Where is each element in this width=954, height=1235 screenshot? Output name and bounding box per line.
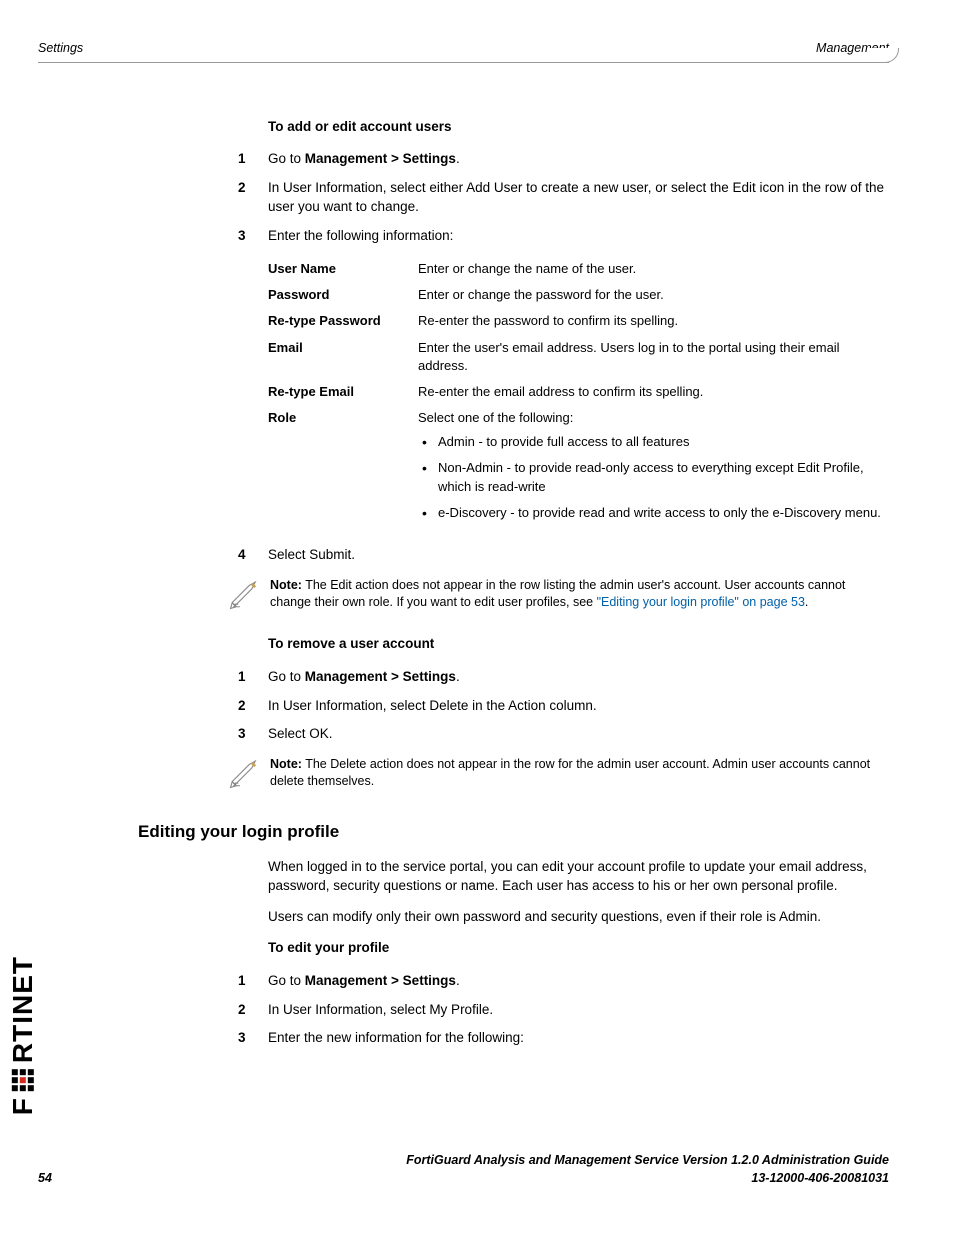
field-row-retype-password: Re-type Password Re-enter the password t…	[268, 308, 889, 334]
step-number: 2	[168, 179, 268, 217]
field-desc: Enter or change the password for the use…	[418, 286, 889, 304]
step-row: 1 Go to Management > Settings.	[168, 972, 889, 991]
field-label: Password	[268, 286, 418, 304]
step-body: Enter the following information:	[268, 227, 889, 246]
note-icon	[228, 577, 268, 617]
step-number: 1	[168, 972, 268, 991]
logo-grid-icon	[11, 1069, 33, 1091]
footer-right: FortiGuard Analysis and Management Servi…	[406, 1152, 889, 1187]
field-row-password: Password Enter or change the password fo…	[268, 282, 889, 308]
step-body: In User Information, select Delete in th…	[268, 697, 889, 716]
step-body: Select Submit.	[268, 546, 889, 565]
step-row: 3 Enter the new information for the foll…	[168, 1029, 889, 1048]
step-number: 4	[168, 546, 268, 565]
field-desc: Enter the user's email address. Users lo…	[418, 339, 889, 375]
step-row: 1 Go to Management > Settings.	[168, 150, 889, 169]
note-text: Note: The Edit action does not appear in…	[270, 577, 889, 611]
step-row: 1 Go to Management > Settings.	[168, 668, 889, 687]
field-label: Re-type Email	[268, 383, 418, 401]
page-number: 54	[38, 1170, 52, 1188]
field-row-username: User Name Enter or change the name of th…	[268, 256, 889, 282]
step-row: 3 Select OK.	[168, 725, 889, 744]
page-header: Settings Management	[38, 40, 889, 63]
list-item: Non-Admin - to provide read-only access …	[418, 459, 889, 495]
procedure-title-edit-profile: To edit your profile	[268, 939, 889, 958]
step-body: Go to Management > Settings.	[268, 150, 889, 169]
paragraph: When logged in to the service portal, yo…	[268, 858, 889, 896]
field-desc: Re-enter the password to confirm its spe…	[418, 312, 889, 330]
header-left: Settings	[38, 40, 83, 58]
step-number: 3	[168, 725, 268, 744]
step-body: In User Information, select either Add U…	[268, 179, 889, 217]
page-footer: 54 FortiGuard Analysis and Management Se…	[38, 1152, 889, 1187]
main-content: To add or edit account users 1 Go to Man…	[168, 118, 889, 1049]
fortinet-logo: F RTINET	[3, 956, 42, 1115]
field-row-role: Role Select one of the following: Admin …	[268, 405, 889, 534]
field-desc: Select one of the following: Admin - to …	[418, 409, 889, 530]
step-number: 3	[168, 1029, 268, 1048]
note-icon	[228, 756, 268, 796]
step-body: Go to Management > Settings.	[268, 668, 889, 687]
field-label: User Name	[268, 260, 418, 278]
step-row: 3 Enter the following information:	[168, 227, 889, 246]
field-desc: Enter or change the name of the user.	[418, 260, 889, 278]
note-block: Note: The Edit action does not appear in…	[228, 577, 889, 617]
procedure-title-add-edit: To add or edit account users	[268, 118, 889, 137]
note-block: Note: The Delete action does not appear …	[228, 756, 889, 796]
step-row: 2 In User Information, select My Profile…	[168, 1001, 889, 1020]
field-row-retype-email: Re-type Email Re-enter the email address…	[268, 379, 889, 405]
step-body: Enter the new information for the follow…	[268, 1029, 889, 1048]
step-body: Select OK.	[268, 725, 889, 744]
paragraph: Users can modify only their own password…	[268, 908, 889, 927]
note-text: Note: The Delete action does not appear …	[270, 756, 889, 790]
header-right: Management	[816, 40, 889, 58]
step-number: 1	[168, 668, 268, 687]
step-number: 1	[168, 150, 268, 169]
field-desc: Re-enter the email address to confirm it…	[418, 383, 889, 401]
list-item: Admin - to provide full access to all fe…	[418, 433, 889, 451]
section-heading-editing-profile: Editing your login profile	[138, 820, 889, 844]
field-row-email: Email Enter the user's email address. Us…	[268, 335, 889, 379]
step-row: 2 In User Information, select either Add…	[168, 179, 889, 217]
step-row: 4 Select Submit.	[168, 546, 889, 565]
role-options-list: Admin - to provide full access to all fe…	[418, 433, 889, 522]
field-label: Email	[268, 339, 418, 375]
link-editing-profile[interactable]: "Editing your login profile" on page 53	[597, 595, 805, 609]
step-row: 2 In User Information, select Delete in …	[168, 697, 889, 716]
step-number: 2	[168, 697, 268, 716]
procedure-title-remove: To remove a user account	[268, 635, 889, 654]
field-label: Re-type Password	[268, 312, 418, 330]
step-body: Go to Management > Settings.	[268, 972, 889, 991]
step-number: 3	[168, 227, 268, 246]
step-body: In User Information, select My Profile.	[268, 1001, 889, 1020]
field-label: Role	[268, 409, 418, 530]
field-table: User Name Enter or change the name of th…	[268, 256, 889, 534]
step-number: 2	[168, 1001, 268, 1020]
list-item: e-Discovery - to provide read and write …	[418, 504, 889, 522]
